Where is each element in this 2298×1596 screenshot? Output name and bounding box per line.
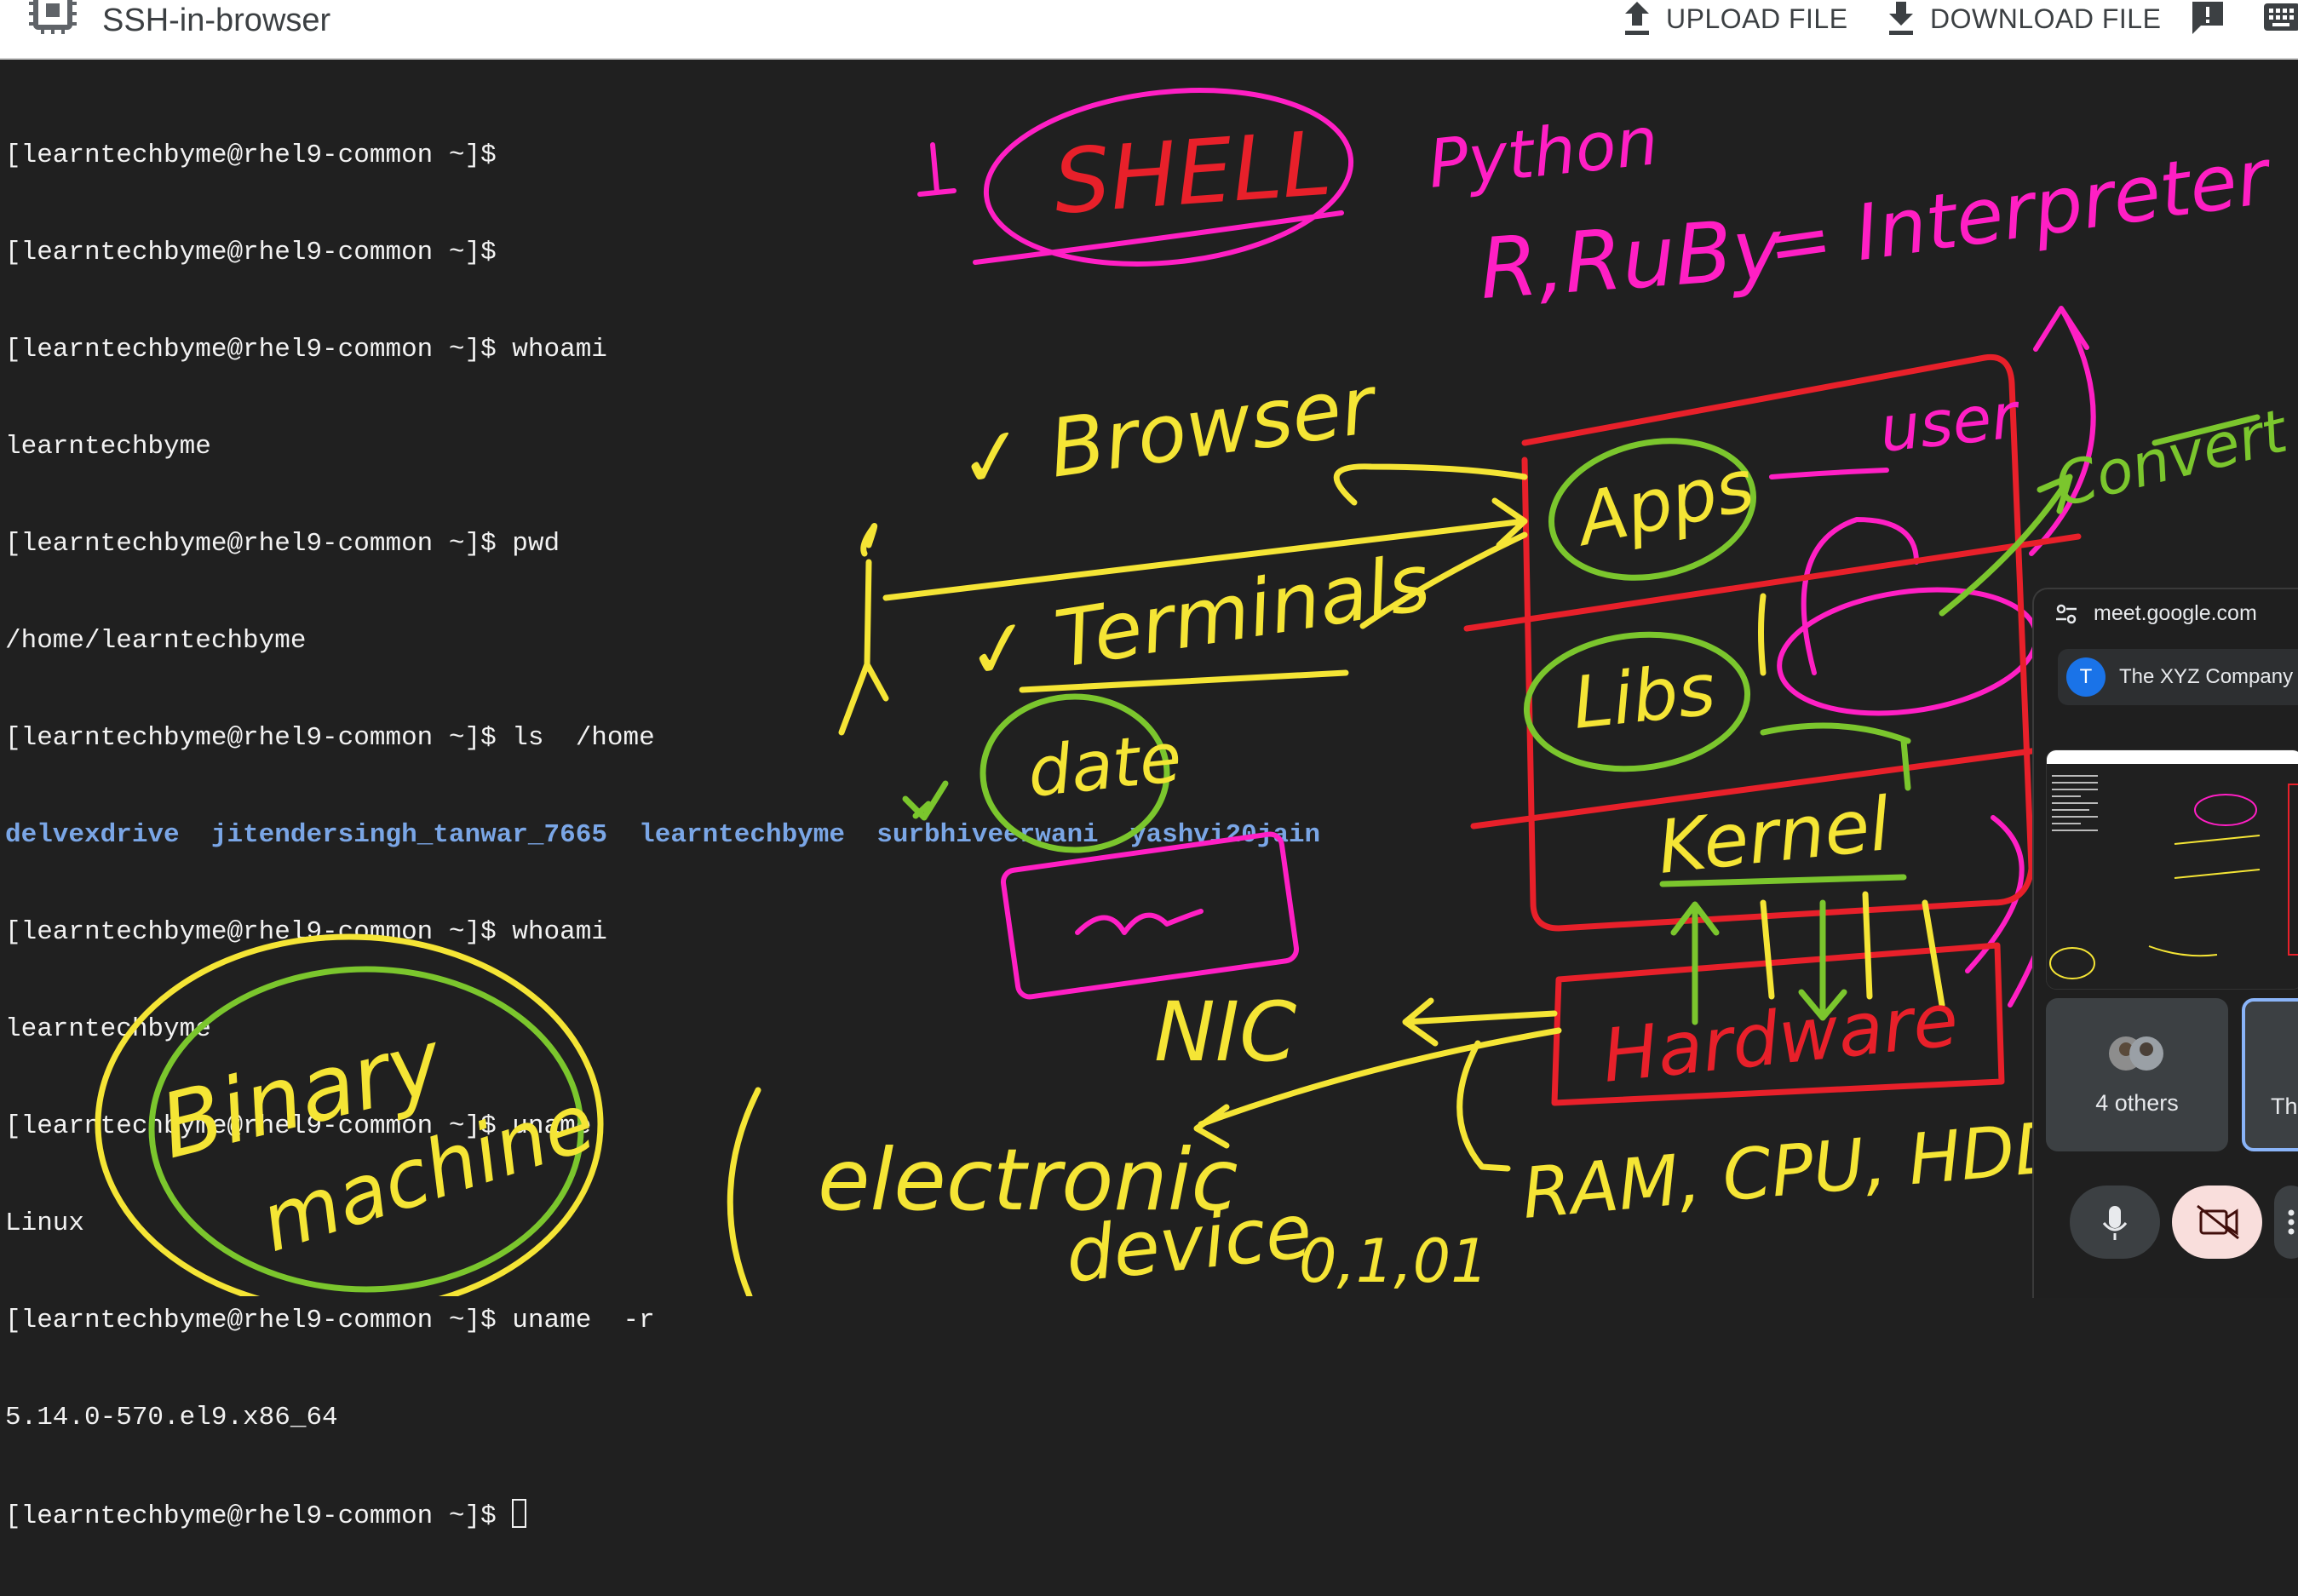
terminal-line: [learntechbyme@rhel9-common ~]$ whoami	[5, 917, 607, 947]
upload-file-button[interactable]: UPLOAD FILE	[1620, 0, 1848, 41]
directory-entry: jitendersingh_tanwar_7665	[210, 820, 607, 850]
terminal-prompt-line[interactable]: [learntechbyme@rhel9-common ~]$	[5, 1499, 1320, 1531]
terminal-line: 5.14.0-570.el9.x86_64	[5, 1403, 338, 1432]
participants-tile[interactable]: 4 others	[2046, 998, 2228, 1151]
meet-pip-panel[interactable]: meet.google.com T The XYZ Company 4 othe…	[2032, 588, 2298, 1298]
terminal-prompt: [learntechbyme@rhel9-common ~]$	[5, 1501, 513, 1531]
participant-avatars-icon	[2109, 1036, 2163, 1071]
download-file-label: DOWNLOAD FILE	[1930, 3, 2162, 34]
upload-file-label: UPLOAD FILE	[1666, 3, 1848, 34]
terminal-line: [learntechbyme@rhel9-common ~]$ uname -r	[5, 1306, 655, 1335]
directory-entry: surbhiveerwani	[876, 820, 1099, 850]
meeting-host-chip[interactable]: T The XYZ Company	[2058, 649, 2298, 705]
terminal-line: [learntechbyme@rhel9-common ~]$	[5, 238, 497, 267]
terminal-line: learntechbyme	[5, 432, 211, 462]
self-view-label: Th	[2271, 1094, 2298, 1119]
camera-off-icon	[2197, 1204, 2239, 1240]
app-title: SSH-in-browser	[102, 3, 331, 38]
app-chip-icon	[29, 0, 77, 34]
terminal-line: [learntechbyme@rhel9-common ~]$ ls /home	[5, 723, 655, 753]
site-settings-icon[interactable]	[2054, 602, 2078, 626]
screen-share-preview[interactable]	[2046, 749, 2298, 990]
feedback-icon[interactable]	[2189, 0, 2226, 39]
others-count: 4 others	[2095, 1090, 2179, 1116]
directory-entry: yashvi20jain	[1129, 820, 1321, 850]
directory-entry: learntechbyme	[639, 820, 845, 850]
terminal-line: learntechbyme	[5, 1014, 211, 1044]
download-file-button[interactable]: DOWNLOAD FILE	[1884, 0, 2161, 41]
host-name: The XYZ Company	[2119, 665, 2294, 688]
terminal-line: [learntechbyme@rhel9-common ~]$ pwd	[5, 529, 560, 559]
directory-listing: delvexdrive jitendersingh_tanwar_7665 le…	[5, 819, 1320, 852]
microphone-icon	[2102, 1206, 2128, 1240]
upload-icon	[1625, 2, 1649, 35]
meet-url-row[interactable]: meet.google.com	[2054, 601, 2257, 626]
more-vert-icon	[2288, 1209, 2295, 1235]
download-icon	[1889, 2, 1913, 35]
terminal-line: /home/learntechbyme	[5, 626, 307, 656]
terminal-cursor	[512, 1499, 527, 1528]
meet-url: meet.google.com	[2094, 601, 2257, 625]
directory-entry: delvexdrive	[5, 820, 180, 850]
more-options-button[interactable]	[2274, 1186, 2298, 1259]
terminal-line: [learntechbyme@rhel9-common ~]$	[5, 141, 497, 170]
self-view-tile[interactable]: Th	[2242, 998, 2298, 1151]
camera-toggle-button[interactable]	[2172, 1186, 2262, 1259]
top-toolbar: SSH-in-browser UPLOAD FILE DOWNLOAD FILE	[0, 0, 2298, 60]
terminal-line: Linux	[5, 1208, 85, 1238]
terminal-output: [learntechbyme@rhel9-common ~]$ [learnte…	[5, 75, 1320, 1596]
terminal-line: [learntechbyme@rhel9-common ~]$ uname	[5, 1111, 592, 1141]
microphone-button[interactable]	[2070, 1186, 2160, 1259]
screen-share-thumbnail	[2047, 750, 2298, 989]
terminal-line: [learntechbyme@rhel9-common ~]$ whoami	[5, 335, 607, 365]
host-avatar: T	[2066, 657, 2106, 697]
keyboard-icon[interactable]	[2262, 0, 2298, 39]
terminal-area[interactable]: [learntechbyme@rhel9-common ~]$ [learnte…	[0, 60, 2298, 1531]
